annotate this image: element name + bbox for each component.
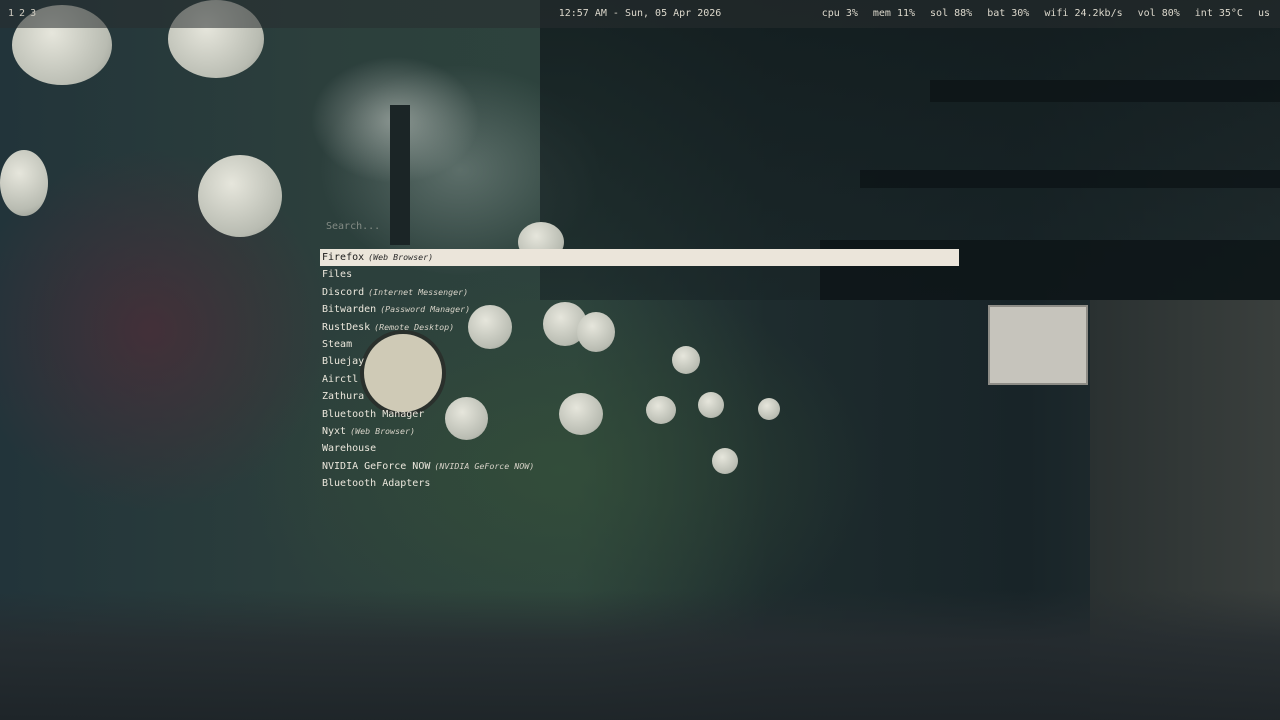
wifi-status[interactable]: wifi 24.2kb/s <box>1044 0 1122 28</box>
launcher-result-item[interactable]: Bluejay <box>320 353 960 370</box>
result-app-name: Zathura <box>322 391 365 403</box>
result-app-description: (NVIDIA GeForce NOW) <box>434 460 535 471</box>
launcher-result-item[interactable]: NVIDIA GeForce NOW (NVIDIA GeForce NOW) <box>320 458 960 475</box>
launcher-search-input[interactable] <box>320 216 960 236</box>
result-app-name: Firefox <box>322 252 365 263</box>
result-app-name: Bluetooth Manager <box>322 408 425 420</box>
launcher-result-item[interactable]: Bluetooth Manager <box>320 406 960 423</box>
launcher-result-item[interactable]: Firefox (Web Browser) <box>320 249 959 267</box>
result-app-description: (Internet Messenger) <box>368 286 469 297</box>
status-bar: 1 2 3 12:57 AM - Sun, 05 Apr 2026 cpu 3%… <box>0 0 1280 28</box>
launcher-result-item[interactable]: Bitwarden (Password Manager) <box>320 301 960 318</box>
result-app-name: Warehouse <box>322 443 377 455</box>
launcher-result-item[interactable]: Files <box>320 266 960 283</box>
wallpaper-beam <box>860 170 1280 188</box>
launcher-result-item[interactable]: Bluetooth Adapters <box>320 475 960 492</box>
result-app-name: Steam <box>322 338 353 350</box>
launcher-result-item[interactable]: Steam <box>320 336 960 353</box>
launcher-result-item[interactable]: RustDesk (Remote Desktop) <box>320 319 960 336</box>
wallpaper-lamp-globe <box>198 155 282 237</box>
result-app-name: Bluetooth Adapters <box>322 478 431 490</box>
result-app-name: NVIDIA GeForce NOW <box>322 460 431 472</box>
wallpaper-beam <box>930 80 1280 102</box>
result-app-name: Nyxt <box>322 425 347 437</box>
result-app-description: (Web Browser) <box>350 425 416 436</box>
app-launcher: Firefox(Web Browser)FilesDiscord(Interne… <box>320 216 960 492</box>
wallpaper-crowd <box>0 590 1280 720</box>
launcher-result-item[interactable]: Zathura <box>320 388 960 405</box>
launcher-result-item[interactable]: Airctl <box>320 371 960 388</box>
wallpaper-shop-sign <box>988 305 1088 385</box>
result-app-description: (Remote Desktop) <box>374 321 455 332</box>
result-app-name: Files <box>322 269 353 281</box>
volume-status[interactable]: vol 80% <box>1138 0 1180 28</box>
temperature-status: int 35°C <box>1194 8 1243 19</box>
result-app-name: Airctl <box>322 373 359 385</box>
launcher-results-list: Firefox (Web Browser) Files Discord (Interne… <box>320 249 960 492</box>
result-app-name: RustDesk <box>322 321 371 333</box>
launcher-result-item[interactable]: Discord (Internet Messenger) <box>320 284 960 301</box>
battery-status: bat 30% <box>987 8 1030 19</box>
launcher-result-item[interactable]: Nyxt (Web Browser) <box>320 423 960 440</box>
sol-status: sol 88% <box>930 8 973 19</box>
memory-status: mem 11% <box>872 8 916 19</box>
result-app-name: Bitwarden <box>322 304 377 316</box>
wallpaper-lamp-globe <box>0 150 48 216</box>
result-app-description: (Web Browser) <box>368 252 434 262</box>
cpu-status: cpu 3% <box>821 8 858 19</box>
launcher-result-item[interactable]: Warehouse <box>320 440 960 457</box>
result-app-description: (Password Manager) <box>380 304 471 315</box>
system-status-group: cpu 3% mem 11% sol 88% bat 30% wifi 24.2… <box>822 0 1270 28</box>
keyboard-layout-indicator[interactable]: us <box>1258 0 1270 28</box>
result-app-name: Discord <box>322 286 365 298</box>
result-app-name: Bluejay <box>322 356 365 368</box>
